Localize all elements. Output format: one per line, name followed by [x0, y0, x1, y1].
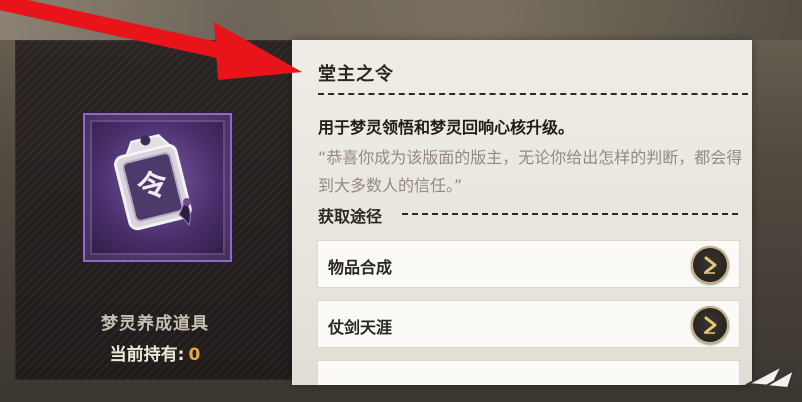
annotation-arrow-icon — [0, 0, 302, 80]
